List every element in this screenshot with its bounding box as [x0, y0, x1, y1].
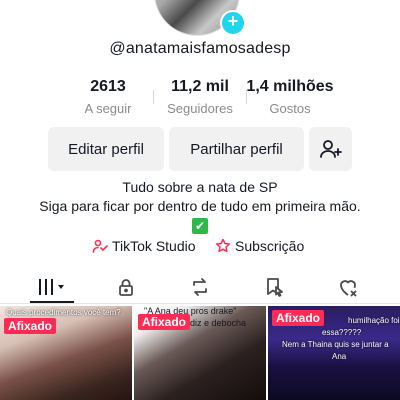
video-thumbnail-2[interactable]: "A Ana deu pros drake" diz e debocha Afi… [134, 306, 266, 400]
tiktok-studio-label: TikTok Studio [112, 238, 196, 254]
stat-likes[interactable]: 1,4 milhões Gostos [240, 78, 340, 116]
video-thumbnail-3[interactable]: Afixado humilhação foi essa????? Nem a T… [268, 306, 400, 400]
subscription-label: Subscrição [235, 238, 305, 254]
edit-profile-button[interactable]: Editar perfil [48, 127, 164, 171]
tab-private[interactable] [106, 274, 146, 300]
add-friend-button[interactable] [309, 127, 352, 171]
followers-label: Seguidores [167, 101, 233, 116]
heart-hidden-icon [340, 280, 357, 297]
stat-following[interactable]: 2613 A seguir [58, 78, 158, 116]
video-caption-2: diz e debocha [190, 318, 247, 328]
tab-videos[interactable] [32, 274, 72, 300]
username: @anatamaisfamosadesp [109, 40, 291, 57]
pinned-badge: Afixado [4, 318, 57, 334]
stat-followers[interactable]: 11,2 mil Seguidores [150, 78, 250, 116]
followers-count: 11,2 mil [171, 78, 229, 95]
following-label: A seguir [84, 101, 132, 116]
video-grid: Quais procedimentos você tem? Afixado "A… [0, 306, 400, 400]
profile-bio: Tudo sobre a nata de SP Siga para ficar … [0, 178, 400, 235]
subscription-link[interactable]: Subscrição [215, 238, 304, 254]
video-caption: humilhação foi [348, 316, 400, 325]
profile-links: TikTok Studio Subscrição [0, 238, 400, 258]
tab-favorites[interactable] [254, 274, 294, 300]
tab-liked[interactable] [328, 274, 368, 300]
stats-row: 2613 A seguir 11,2 mil Seguidores 1,4 mi… [0, 78, 400, 118]
bio-line-2: Siga para ficar por dentro de tudo em pr… [39, 198, 361, 214]
add-avatar-plus-icon[interactable]: + [220, 10, 246, 36]
profile-tabs [0, 272, 400, 304]
lock-icon [119, 279, 133, 296]
check-mark-emoji: ✔ [192, 218, 208, 234]
profile-actions: Editar perfil Partilhar perfil [0, 127, 400, 171]
videos-grid-icon [39, 279, 64, 295]
subscription-star-icon [215, 238, 231, 253]
bio-line-1: Tudo sobre a nata de SP [122, 179, 278, 195]
video-caption-3: Nem a Thaina quis se juntar a [282, 340, 389, 349]
repost-icon [193, 278, 207, 296]
pinned-badge: Afixado [138, 314, 191, 330]
video-thumbnail-1[interactable]: Quais procedimentos você tem? Afixado [0, 306, 132, 400]
likes-label: Gostos [269, 101, 311, 116]
pinned-badge: Afixado [272, 310, 325, 326]
video-caption-2: essa????? [322, 328, 362, 337]
studio-icon [92, 239, 108, 253]
tab-reposts[interactable] [180, 274, 220, 300]
following-count: 2613 [90, 78, 126, 95]
video-caption: Quais procedimentos você tem? [6, 308, 121, 317]
tiktok-studio-link[interactable]: TikTok Studio [92, 238, 196, 254]
profile-avatar-container[interactable]: + [154, 0, 246, 36]
bookmark-cursor-icon [267, 278, 283, 297]
likes-count: 1,4 milhões [246, 78, 334, 95]
add-user-icon [319, 140, 342, 158]
video-caption-4: Ana [332, 352, 347, 361]
share-profile-button[interactable]: Partilhar perfil [169, 127, 304, 171]
active-tab-indicator [30, 301, 74, 303]
